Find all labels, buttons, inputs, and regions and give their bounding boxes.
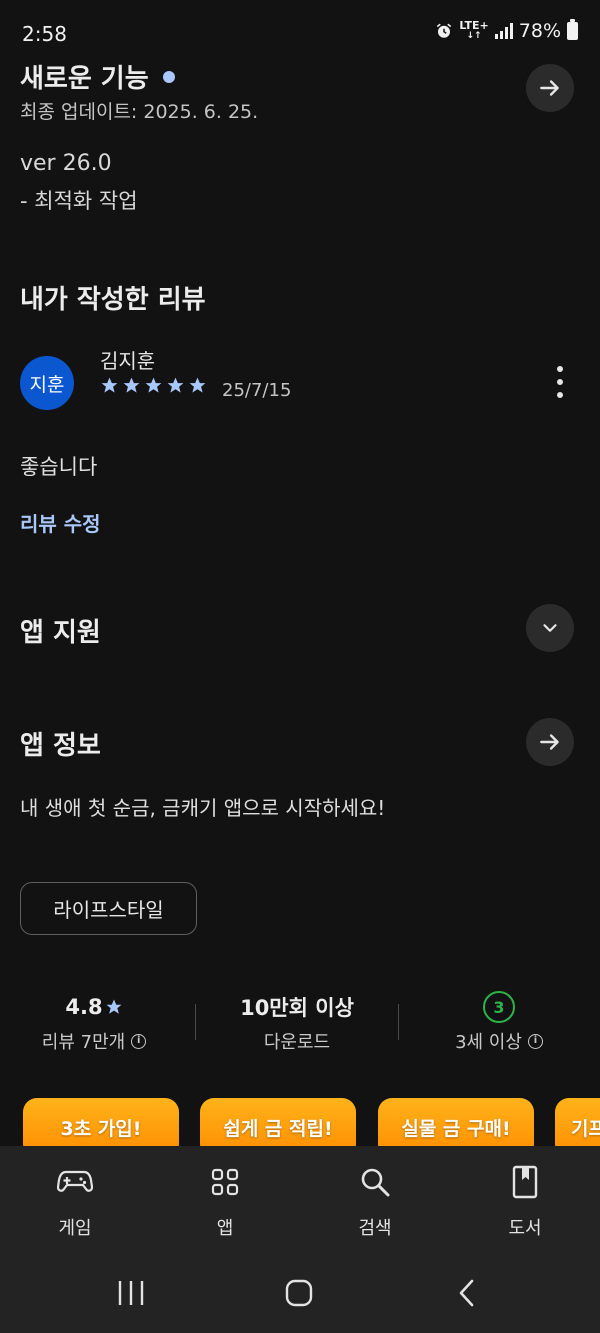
- whats-new-arrow-button[interactable]: [526, 64, 574, 112]
- review-text: 좋습니다: [20, 455, 98, 479]
- new-indicator-dot: [162, 70, 175, 83]
- status-time: 2:58: [22, 22, 67, 46]
- recent-apps-icon[interactable]: [116, 1279, 146, 1307]
- avatar: 지훈: [20, 356, 74, 410]
- release-version: ver 26.0: [20, 151, 112, 176]
- downloads-stat: 10만회 이상 다운로드: [207, 992, 387, 1054]
- last-updated: 최종 업데이트: 2025. 6. 25.: [20, 101, 259, 123]
- book-icon: [512, 1165, 538, 1199]
- app-info-arrow-button[interactable]: [526, 718, 574, 766]
- nav-item-apps[interactable]: 앱: [175, 1164, 275, 1240]
- rating-value: 4.8: [65, 995, 103, 1019]
- age-rating-label: 3세 이상: [455, 1032, 522, 1053]
- downloads-label: 다운로드: [263, 1032, 331, 1053]
- review-date: 25/7/15: [222, 380, 292, 401]
- network-type: LTE+ ↓↑: [459, 19, 489, 41]
- nav-item-search[interactable]: 검색: [325, 1164, 425, 1240]
- home-icon[interactable]: [284, 1279, 314, 1307]
- system-navigation-bar: [0, 1254, 600, 1333]
- alarm-icon: [437, 23, 452, 38]
- battery-percent: 78%: [518, 20, 561, 42]
- nav-item-games[interactable]: 게임: [25, 1164, 125, 1240]
- category-chip[interactable]: 라이프스타일: [20, 882, 197, 935]
- downloads-value: 10만회 이상: [240, 996, 354, 1020]
- app-info-heading[interactable]: 앱 정보: [20, 725, 101, 762]
- status-icons: LTE+ ↓↑ 78%: [435, 19, 578, 42]
- app-support-heading[interactable]: 앱 지원: [20, 612, 101, 649]
- rating-stat[interactable]: 4.8 리뷰 7만개 i: [4, 992, 184, 1054]
- star-icon: [167, 377, 184, 393]
- chevron-down-icon: [543, 624, 557, 632]
- status-bar: 2:58 LTE+ ↓↑ 78%: [0, 0, 600, 62]
- apps-grid-icon: [211, 1168, 239, 1196]
- nav-item-books[interactable]: 도서: [475, 1164, 575, 1240]
- back-icon[interactable]: [454, 1278, 480, 1308]
- more-options-icon[interactable]: [546, 366, 574, 398]
- app-support-expand-button[interactable]: [526, 604, 574, 652]
- whats-new-title: 새로운 기능: [20, 64, 149, 94]
- reviewer-name: 김지훈: [100, 349, 156, 373]
- stat-divider: [195, 1004, 196, 1040]
- stat-divider: [398, 1004, 399, 1040]
- star-icon: [189, 377, 206, 393]
- info-icon: i: [131, 1033, 147, 1049]
- edit-review-link[interactable]: 리뷰 수정: [20, 508, 101, 537]
- star-icon: [123, 377, 140, 393]
- arrow-right-icon: [540, 734, 559, 750]
- app-description: 내 생애 첫 순금, 금캐기 앱으로 시작하세요!: [20, 796, 386, 820]
- star-rating: [100, 376, 207, 395]
- gamepad-icon: [57, 1170, 93, 1192]
- info-icon: i: [527, 1033, 543, 1049]
- arrow-right-icon: [540, 80, 559, 96]
- release-note: - 최적화 작업: [20, 189, 138, 213]
- signal-icon: [494, 23, 513, 39]
- search-icon: [361, 1168, 390, 1197]
- age-rating-badge: 3: [483, 991, 515, 1023]
- star-icon: [106, 999, 122, 1014]
- bottom-navigation: 게임 앱 검색 도서: [0, 1146, 600, 1254]
- star-icon: [145, 377, 162, 393]
- battery-icon: [567, 19, 578, 40]
- whats-new-heading[interactable]: 새로운 기능: [20, 58, 175, 95]
- age-rating-stat[interactable]: 3 3세 이상 i: [409, 991, 589, 1054]
- review-count: 리뷰 7만개: [41, 1032, 126, 1053]
- star-icon: [101, 377, 118, 393]
- my-review-heading: 내가 작성한 리뷰: [20, 285, 206, 315]
